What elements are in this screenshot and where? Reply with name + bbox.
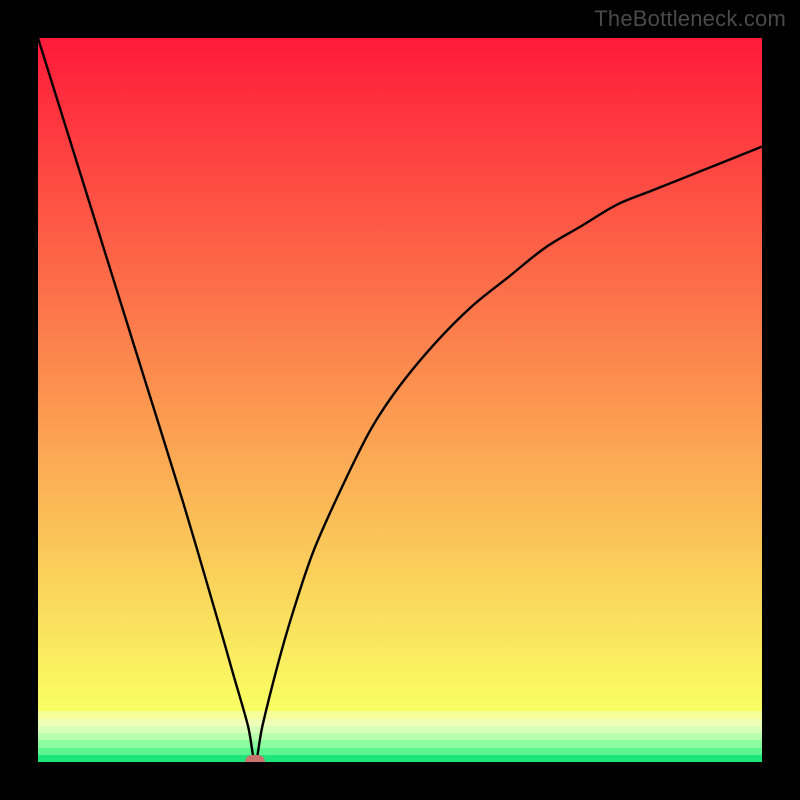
chart-frame: TheBottleneck.com bbox=[0, 0, 800, 800]
watermark-text: TheBottleneck.com bbox=[594, 6, 786, 32]
bottleneck-curve bbox=[38, 38, 762, 762]
plot-area bbox=[38, 38, 762, 762]
optimal-point-marker bbox=[245, 755, 265, 762]
